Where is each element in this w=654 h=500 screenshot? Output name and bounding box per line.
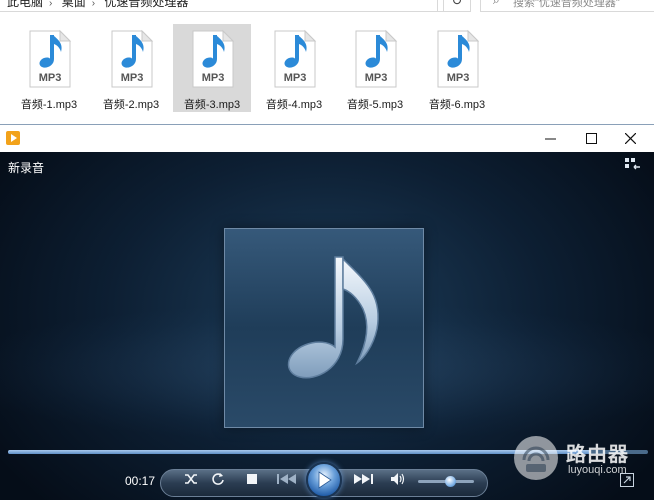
file-item[interactable]: MP3 音频-5.mp3 — [336, 24, 414, 112]
breadcrumb-folder[interactable]: 优速音频处理器 — [104, 0, 188, 9]
file-item[interactable]: MP3 音频-1.mp3 — [10, 24, 88, 112]
stop-icon — [247, 474, 257, 484]
router-logo-icon — [514, 436, 558, 480]
address-bar[interactable]: 此电脑 › 桌面 › 优速音频处理器 — [0, 0, 438, 12]
mp3-file-icon: MP3 — [437, 29, 480, 88]
mp3-file-icon: MP3 — [111, 29, 154, 88]
watermark: 路由器 luyouqi.com — [512, 436, 652, 484]
refresh-button[interactable]: ↻ — [443, 0, 471, 12]
now-playing-title: 新录音 — [8, 161, 45, 175]
breadcrumb-separator-icon: › — [49, 0, 53, 9]
music-note-icon — [287, 256, 379, 379]
file-badge: MP3 — [202, 72, 225, 84]
mp3-file-icon: MP3 — [274, 29, 317, 88]
file-item[interactable]: MP3 音频-4.mp3 — [255, 24, 333, 112]
mute-button[interactable] — [388, 465, 408, 493]
next-button[interactable] — [348, 465, 378, 493]
repeat-button[interactable] — [208, 465, 228, 493]
play-icon — [318, 471, 332, 489]
seek-bar-progress — [8, 450, 591, 454]
file-explorer-window: 此电脑› 桌面› 优速音频处理器 ⌄ ↻ ⌕ 搜索"优速音频处理器" MP3音频… — [0, 0, 654, 124]
file-badge: MP3 — [121, 72, 144, 84]
maximize-button[interactable] — [571, 125, 611, 152]
elapsed-time: 00:17 — [125, 474, 156, 488]
repeat-icon — [212, 473, 224, 485]
file-name: 音频-4.mp3 — [265, 99, 323, 111]
minimize-icon — [544, 138, 556, 140]
album-art — [224, 228, 424, 428]
previous-button[interactable] — [272, 465, 302, 493]
file-name: 音频-2.mp3 — [102, 99, 160, 111]
search-placeholder: 搜索"优速音频处理器" — [513, 0, 620, 9]
search-icon: ⌕ — [493, 0, 500, 7]
file-name: 音频-5.mp3 — [346, 99, 404, 111]
maximize-icon — [585, 133, 597, 144]
watermark-url: luyouqi.com — [568, 464, 627, 476]
breadcrumb-desktop[interactable]: 桌面 — [62, 0, 86, 9]
refresh-icon: ↻ — [451, 0, 463, 8]
shuffle-icon — [185, 474, 197, 484]
next-icon — [354, 474, 373, 484]
file-name: 音频-1.mp3 — [20, 99, 78, 111]
breadcrumb-this-pc[interactable]: 此电脑 — [7, 0, 43, 9]
file-badge: MP3 — [39, 72, 62, 84]
close-button[interactable] — [610, 125, 650, 152]
minimize-button[interactable] — [530, 125, 570, 152]
volume-icon — [391, 473, 405, 485]
volume-slider-thumb[interactable] — [445, 476, 456, 487]
file-name: 音频-3.mp3 — [183, 99, 241, 111]
play-button[interactable] — [306, 462, 342, 498]
shuffle-button[interactable] — [181, 465, 201, 493]
mp3-file-icon: MP3 — [355, 29, 398, 88]
previous-icon — [277, 474, 296, 484]
watermark-title: 路由器 — [566, 442, 629, 466]
close-icon — [624, 133, 636, 144]
file-item[interactable]: MP3 音频-6.mp3 — [418, 24, 496, 112]
switch-to-library-button[interactable] — [624, 157, 642, 173]
library-view-icon — [625, 158, 640, 170]
file-badge: MP3 — [284, 72, 307, 84]
file-item[interactable]: MP3 音频-3.mp3 — [173, 24, 251, 112]
mp3-file-icon: MP3 — [29, 29, 72, 88]
media-player-app-icon — [6, 131, 20, 145]
file-item[interactable]: MP3 音频-2.mp3 — [92, 24, 170, 112]
file-badge: MP3 — [447, 72, 470, 84]
search-box[interactable]: ⌕ 搜索"优速音频处理器" — [480, 0, 654, 12]
stop-button[interactable] — [242, 465, 262, 493]
file-badge: MP3 — [365, 72, 388, 84]
file-name: 音频-6.mp3 — [428, 99, 486, 111]
breadcrumb-separator-icon: › — [91, 0, 96, 9]
player-titlebar[interactable] — [0, 125, 654, 152]
mp3-file-icon: MP3 — [192, 29, 235, 88]
